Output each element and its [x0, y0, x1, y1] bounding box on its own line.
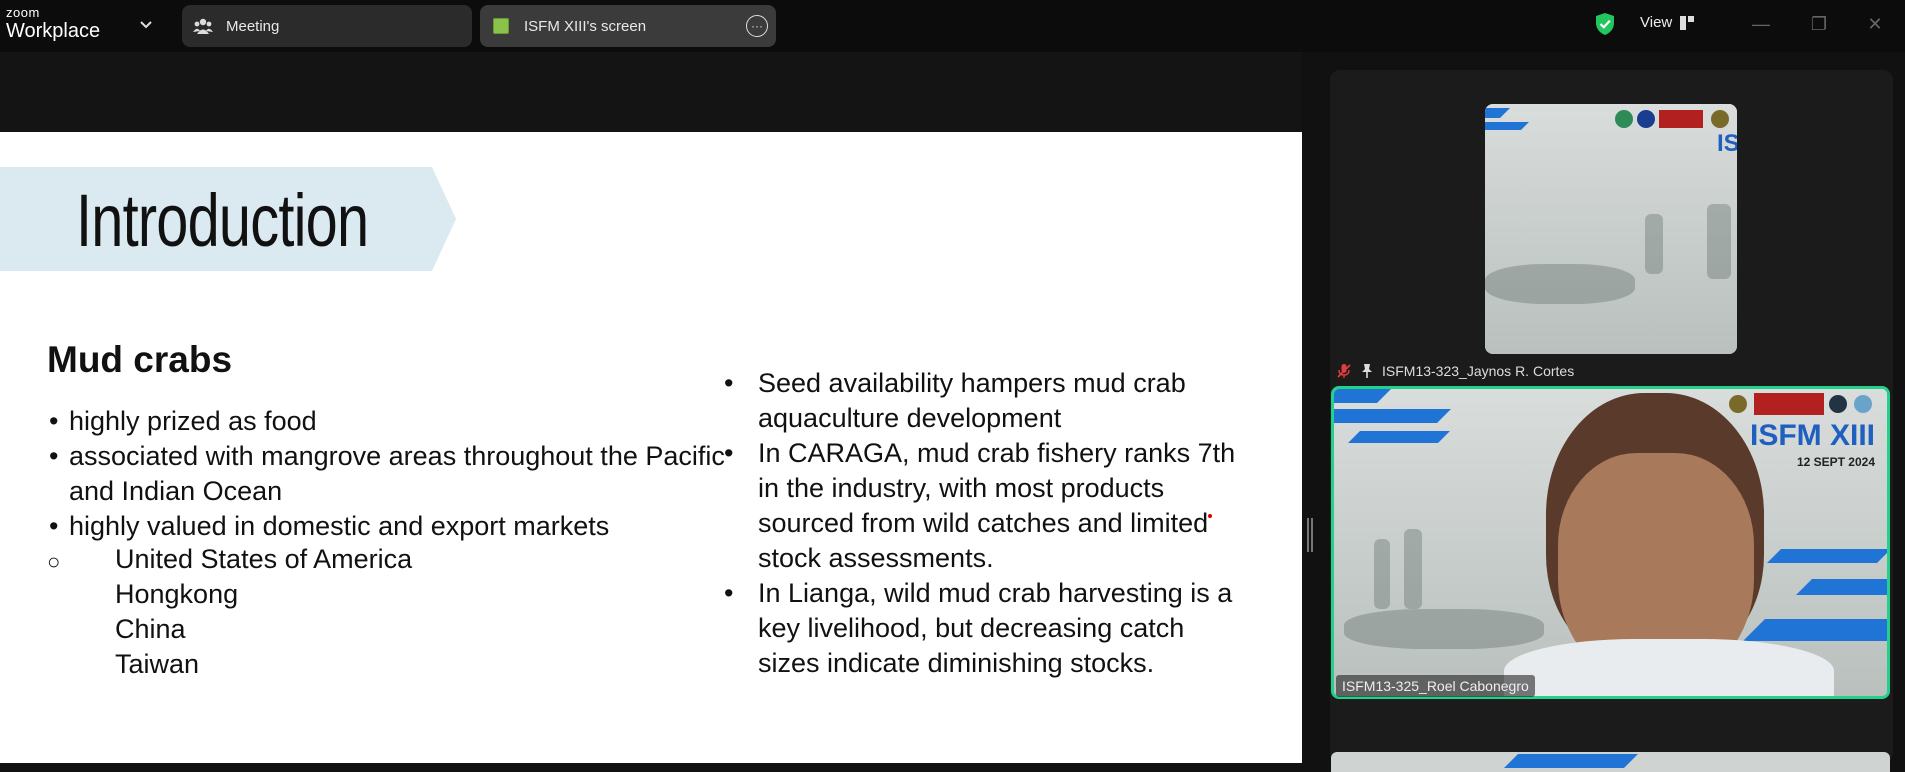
title-bar: zoom Workplace Meeting ISFM XIII's scree…	[0, 0, 1905, 52]
banner-title-partial: IS	[1717, 130, 1737, 157]
share-stage-top	[0, 52, 1302, 132]
person-silhouette	[1707, 204, 1731, 279]
participant-name: ISFM13-323_Jaynos R. Cortes	[1382, 363, 1575, 379]
sponsor-logo	[1711, 110, 1729, 128]
list-item: • highly valued in domestic and export m…	[47, 509, 729, 544]
bullet-marker: •	[49, 441, 59, 471]
person-silhouette	[1374, 539, 1390, 609]
boat-silhouette	[1485, 264, 1635, 304]
video-tile[interactable]: IS	[1485, 104, 1737, 354]
minimize-icon[interactable]: —	[1748, 12, 1774, 36]
video-tile-partial[interactable]	[1331, 752, 1890, 772]
view-button[interactable]: View	[1640, 14, 1695, 31]
shared-slide: Introduction Mud crabs • highly prized a…	[0, 132, 1302, 763]
brand-big-text: Workplace	[6, 20, 101, 42]
country-item: China	[115, 614, 186, 644]
person-silhouette	[1645, 214, 1663, 274]
list-item: • highly prized as food	[47, 404, 729, 439]
country-list: ○ United States of America Hongkong Chin…	[47, 542, 412, 682]
country-item: United States of America	[115, 544, 413, 574]
participant-name-row: ISFM13-323_Jaynos R. Cortes	[1336, 359, 1574, 383]
sponsor-logo	[1659, 110, 1703, 128]
participant-name-tag: ISFM13-325_Roel Cabonegro	[1336, 675, 1535, 697]
speaker-shirt	[1504, 639, 1834, 696]
bullet-marker: •	[49, 511, 59, 541]
sub-bullet-marker: ○	[47, 549, 61, 574]
mic-muted-icon	[1337, 364, 1351, 378]
list-item: • In CARAGA, mud crab fishery ranks 7th …	[724, 436, 1244, 576]
country-item: Taiwan	[115, 649, 200, 679]
bullet-text: In CARAGA, mud crab fishery ranks 7th in…	[758, 438, 1236, 573]
banner-stripe	[1796, 579, 1887, 595]
sponsor-logo	[1615, 110, 1633, 128]
banner-stripe	[1334, 409, 1451, 423]
panel-splitter	[1302, 52, 1332, 763]
bullet-text: highly prized as food	[69, 406, 317, 436]
bullet-marker: •	[724, 368, 734, 398]
close-icon[interactable]: ✕	[1862, 12, 1888, 36]
banner-stripe	[1767, 549, 1887, 563]
laser-pointer-dot	[1208, 514, 1212, 518]
slide-title: Introduction	[76, 179, 369, 262]
sponsor-logo	[1637, 110, 1655, 128]
shared-screen-icon	[490, 15, 512, 37]
list-item: • Seed availability hampers mud crab aqu…	[724, 366, 1244, 436]
active-speaker-tile[interactable]: ISFM XIII 12 SEPT 2024	[1331, 386, 1890, 699]
sponsor-logo	[1854, 395, 1872, 413]
bullet-text: highly valued in domestic and export mar…	[69, 511, 610, 541]
country-item: Hongkong	[115, 579, 239, 609]
banner-date: 12 SEPT 2024	[1796, 455, 1875, 469]
person-silhouette	[1404, 529, 1422, 609]
bullet-marker: •	[724, 438, 734, 468]
pin-icon	[1362, 364, 1372, 378]
security-shield-icon[interactable]	[1594, 12, 1616, 36]
list-item: • In Lianga, wild mud crab harvesting is…	[724, 576, 1244, 681]
banner-stripe	[1743, 619, 1887, 641]
sponsor-logo	[1754, 393, 1824, 415]
tab-meeting[interactable]: Meeting	[182, 5, 472, 47]
boat-silhouette	[1344, 609, 1544, 649]
restore-icon[interactable]: ❐	[1806, 12, 1832, 36]
zoom-workplace-logo: zoom Workplace	[6, 6, 100, 41]
view-label: View	[1640, 14, 1673, 31]
video-background	[1485, 104, 1737, 354]
bullet-marker: •	[49, 406, 59, 436]
chevron-down-icon[interactable]	[138, 17, 154, 33]
participants-icon	[192, 15, 214, 37]
left-bullet-list: • highly prized as food • associated wit…	[47, 404, 729, 544]
splitter-handle[interactable]	[1307, 518, 1313, 552]
bullet-text: associated with mangrove areas throughou…	[69, 441, 725, 506]
bullet-marker: •	[724, 578, 734, 608]
tab-shared-screen-label: ISFM XIII's screen	[524, 17, 647, 35]
more-options-icon[interactable]: ···	[746, 15, 768, 37]
sponsor-logo	[1729, 395, 1747, 413]
bullet-text: In Lianga, wild mud crab harvesting is a…	[758, 578, 1233, 678]
sponsor-logo	[1829, 395, 1847, 413]
tab-shared-screen[interactable]: ISFM XIII's screen ···	[480, 5, 776, 47]
slide-heading: Mud crabs	[47, 339, 233, 380]
view-layout-icon	[1680, 15, 1695, 30]
banner-title: ISFM XIII	[1749, 419, 1875, 452]
brand-small-text: zoom	[6, 5, 40, 20]
bullet-text: Seed availability hampers mud crab aquac…	[758, 368, 1186, 433]
banner-stripe	[1348, 431, 1450, 443]
right-bullet-list: • Seed availability hampers mud crab aqu…	[724, 366, 1244, 681]
banner-stripe	[1504, 754, 1638, 768]
tab-meeting-label: Meeting	[226, 17, 280, 35]
list-item: • associated with mangrove areas through…	[47, 439, 729, 509]
